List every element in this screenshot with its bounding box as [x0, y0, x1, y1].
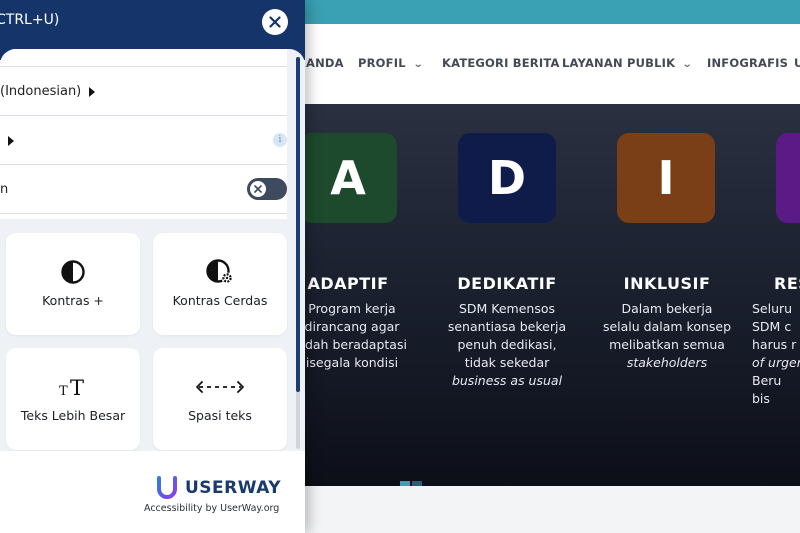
- tile-label: Spasi teks: [188, 408, 252, 423]
- tile-label: Teks Lebih Besar: [20, 408, 126, 423]
- chevron-down-icon: ⌄: [681, 59, 694, 70]
- nav-item-infografis[interactable]: INFOGRAFIS: [707, 56, 788, 70]
- language-label: (Indonesian): [0, 84, 82, 99]
- value-description: Seluru SDM c harus r of urgen Beru bis: [752, 301, 800, 406]
- settings-row-top: [0, 49, 287, 67]
- value-tile-responsif: [776, 133, 800, 223]
- bigger-text-icon: T T: [6, 374, 140, 400]
- toggle-knob: [250, 181, 266, 197]
- tile-bigger-text[interactable]: T T Teks Lebih Besar: [6, 348, 140, 450]
- contrast-icon: [6, 259, 140, 285]
- nav-item-kategori-berita[interactable]: KATEGORI BERITA: [442, 56, 560, 70]
- text-spacing-icon: [153, 374, 287, 400]
- userway-logo-icon: [157, 476, 177, 499]
- value-tile-dedikatif: D: [458, 133, 556, 223]
- value-description: Dalam bekerja selalu dalam konsep meliba…: [602, 301, 732, 370]
- value-title: DEDIKATIF: [457, 274, 557, 293]
- chevron-down-icon: ⌄: [412, 59, 424, 70]
- userway-logo[interactable]: USERWAY: [155, 476, 281, 500]
- smart-contrast-icon: [153, 259, 287, 285]
- info-icon[interactable]: i: [273, 133, 287, 147]
- settings-card: (Indonesian) i n: [0, 49, 287, 219]
- tile-label: Kontras +: [42, 293, 104, 308]
- close-icon: [269, 16, 281, 28]
- close-button[interactable]: [262, 9, 288, 35]
- svg-text:T: T: [59, 384, 68, 398]
- caret-right-icon: [8, 135, 14, 146]
- screen: ANDA PROFIL ⌄ KATEGORI BERITA LAYANAN PUB…: [0, 0, 800, 533]
- profiles-row[interactable]: i: [0, 116, 287, 165]
- brand-name: USERWAY: [185, 478, 282, 498]
- brand-tagline[interactable]: Accessibility by UserWay.org: [144, 503, 279, 514]
- panel-scrollbar[interactable]: [296, 57, 300, 449]
- toggle-label: n: [0, 182, 9, 197]
- value-description: SDM Kemensos senantiasa bekerja penuh de…: [447, 301, 567, 388]
- accessibility-panel: CTRL+U) (Indonesian) i n Kontras + Kontr…: [0, 0, 305, 533]
- tile-label: Kontras Cerdas: [172, 293, 268, 308]
- value-tile-adaptif: A: [299, 133, 397, 223]
- tile-smart-contrast[interactable]: Kontras Cerdas: [153, 233, 287, 335]
- feature-toggle[interactable]: [247, 178, 287, 200]
- panel-body: (Indonesian) i n Kontras + Kontras Cerda…: [0, 49, 305, 451]
- x-icon: [254, 185, 262, 193]
- svg-text:T: T: [70, 376, 84, 398]
- toggle-row: n: [0, 165, 287, 214]
- value-tile-inklusif: I: [617, 133, 715, 223]
- language-row[interactable]: (Indonesian): [0, 67, 287, 116]
- panel-footer: USERWAY Accessibility by UserWay.org: [0, 451, 305, 533]
- tile-contrast[interactable]: Kontras +: [6, 233, 140, 335]
- caret-right-icon: [89, 86, 96, 97]
- nav-item-layanan-publik[interactable]: LAYANAN PUBLIK ⌄: [562, 56, 694, 70]
- nav-item-more[interactable]: U: [794, 56, 800, 70]
- tile-text-spacing[interactable]: Spasi teks: [153, 348, 287, 450]
- value-title: ADAPTIF: [307, 274, 389, 293]
- value-title: RES: [774, 274, 800, 293]
- panel-title: CTRL+U): [0, 12, 60, 28]
- value-title: INKLUSIF: [623, 274, 711, 293]
- nav-item-beranda[interactable]: ANDA: [306, 56, 344, 70]
- scrollbar-thumb[interactable]: [296, 57, 300, 392]
- nav-item-profil[interactable]: PROFIL ⌄: [358, 56, 424, 70]
